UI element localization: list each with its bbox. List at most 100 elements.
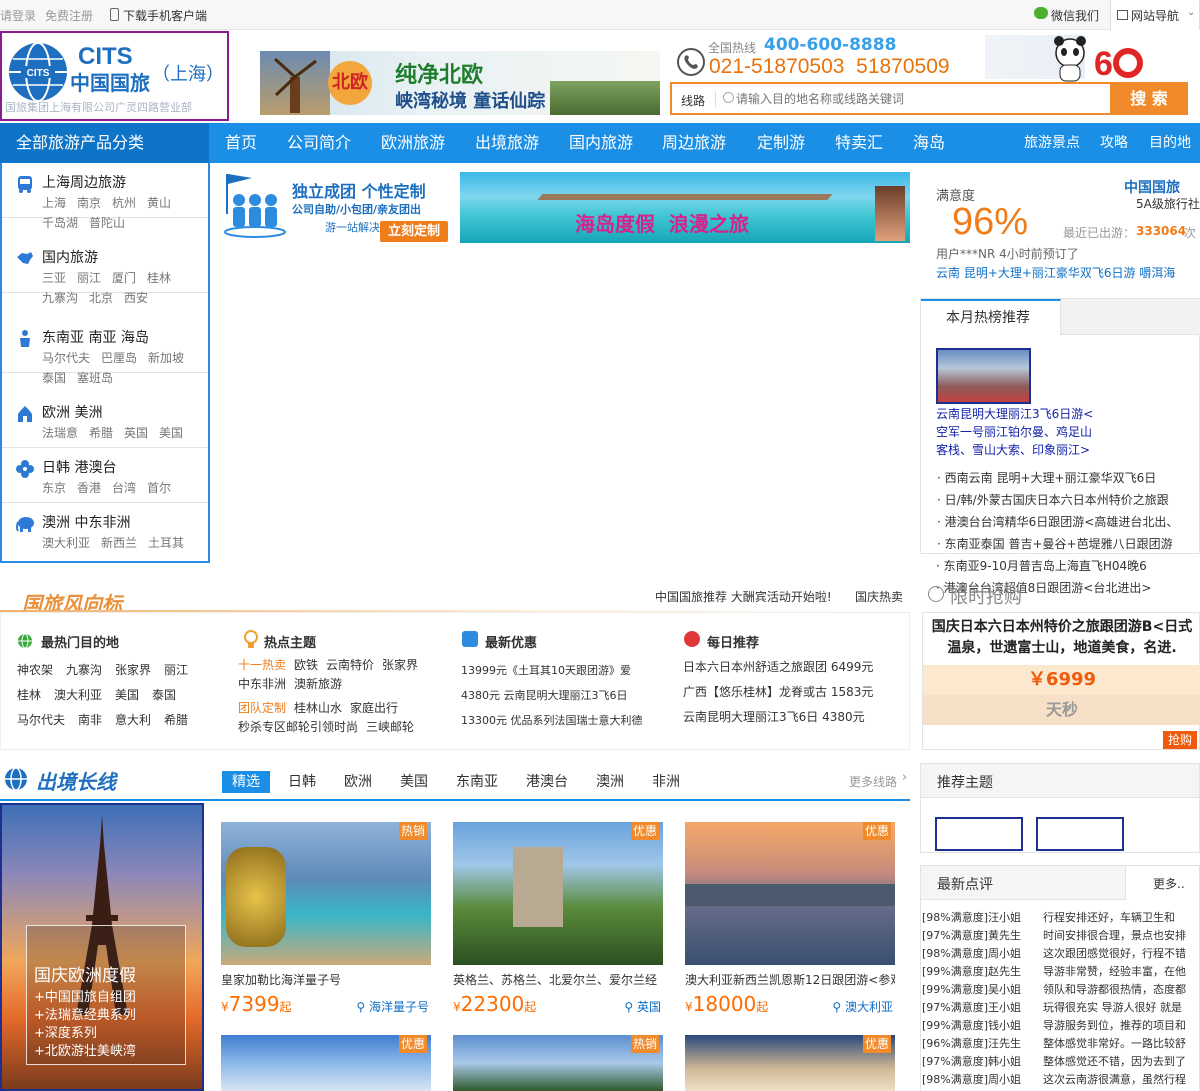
hot-featured-line[interactable]: 云南昆明大理丽江3飞6日游<: [936, 405, 1093, 422]
review-row[interactable]: [97%满意度]黄先生 时间安排很合理，景点也安排: [922, 927, 1199, 945]
hot-featured-line[interactable]: 客栈、雪山大索、印象丽江>: [936, 441, 1090, 458]
theme-link[interactable]: 澳新旅游: [294, 675, 342, 694]
review-row[interactable]: [98%满意度]汪小姐 行程安排还好，车辆卫生和: [922, 909, 1199, 927]
product-location[interactable]: ⚲ 海洋量子号: [356, 998, 429, 1015]
destination-link[interactable]: 神农架: [17, 658, 53, 683]
category-link[interactable]: 普陀山: [89, 213, 125, 233]
logo[interactable]: CITS CITS 中国国旅 （上海） 国旅集团上海有限公司广灵四路营业部: [0, 31, 229, 121]
category-link[interactable]: 英国: [124, 423, 148, 443]
daily-item[interactable]: 日本六日本州舒适之旅跟团 6499元: [683, 655, 898, 680]
hot-list-item[interactable]: · 东南亚9-10月普吉岛上海直飞H04晚6: [936, 557, 1147, 574]
nav-attractions[interactable]: 旅游景点: [1024, 123, 1080, 163]
search-type-select[interactable]: 线路: [681, 92, 705, 109]
nav-outbound[interactable]: 出境旅游: [475, 123, 539, 163]
destination-link[interactable]: 桂林: [17, 683, 41, 708]
review-row[interactable]: [98%满意度]周小姐 这次云南游很满意，虽然行程: [922, 1071, 1199, 1089]
category-link[interactable]: 北京: [89, 288, 113, 308]
product-card[interactable]: 优惠: [221, 1035, 431, 1091]
category-link[interactable]: 首尔: [147, 478, 171, 498]
nav-nearby[interactable]: 周边旅游: [662, 123, 726, 163]
category-link[interactable]: 香港: [77, 478, 101, 498]
fengxiang-notice[interactable]: 中国国旅推荐 大酬宾活动开始啦!: [655, 588, 832, 605]
more-routes-link[interactable]: 更多线路: [849, 773, 897, 790]
theme-label[interactable]: 团队定制: [238, 699, 286, 718]
tab-europe[interactable]: 欧洲: [344, 771, 372, 793]
flash-product-name[interactable]: 国庆日本六日本州特价之旅跟团游B<日式温泉，世遗富士山，地道美食，名进.: [927, 617, 1197, 659]
fengxiang-notice[interactable]: 国庆热卖: [855, 588, 903, 605]
category-group-europe[interactable]: 欧洲 美洲 法瑞意 希腊 英国 美国: [2, 393, 208, 448]
theme-link[interactable]: 云南特价: [326, 656, 374, 675]
hot-list-item[interactable]: · 港澳台台湾精华6日跟团游<高雄进台北出、: [937, 513, 1197, 530]
search-input[interactable]: [736, 87, 1106, 111]
theme-link[interactable]: 桂林山水: [294, 699, 342, 718]
destination-link[interactable]: 希腊: [164, 708, 188, 733]
site-nav-dropdown[interactable]: 网站导航 ⌄: [1110, 0, 1200, 30]
nav-island[interactable]: 海岛: [913, 123, 945, 163]
category-link[interactable]: 厦门: [112, 268, 136, 288]
nav-about[interactable]: 公司简介: [287, 123, 351, 163]
category-link[interactable]: 土耳其: [148, 533, 184, 553]
category-link[interactable]: 上海: [42, 193, 66, 213]
theme-link[interactable]: 秒杀专区: [238, 718, 286, 737]
destination-link[interactable]: 南非: [78, 708, 102, 733]
theme-link[interactable]: 张家界: [382, 656, 418, 675]
category-link[interactable]: 丽江: [77, 268, 101, 288]
category-link[interactable]: 新西兰: [101, 533, 137, 553]
deal-item[interactable]: 4380元 云南昆明大理丽江3飞6日: [461, 683, 656, 708]
europe-poster[interactable]: 国庆欧洲度假 +中国国旅自组团 +法瑞意经典系列 +深度系列 +北欧游壮美峡湾: [0, 803, 204, 1091]
category-group-japan-korea[interactable]: 日韩 港澳台 东京 香港 台湾 首尔: [2, 448, 208, 503]
category-link[interactable]: 三亚: [42, 268, 66, 288]
promo-banner[interactable]: 独立成团 个性定制 公司自助/小包团/亲友团出 游一站解决 立刻定制 海岛度假 …: [220, 172, 910, 243]
hot-list-item[interactable]: · 日/韩/外蒙古国庆日本六日本州特价之旅跟: [937, 491, 1197, 508]
category-link[interactable]: 美国: [159, 423, 183, 443]
product-card[interactable]: 优惠 澳大利亚新西兰凯恩斯12日跟团游<参观 ¥18000起 ⚲ 澳大利亚: [685, 822, 895, 1032]
category-group-oceania[interactable]: 澳洲 中东非洲 澳大利亚 新西兰 土耳其: [2, 503, 208, 558]
category-title[interactable]: 澳洲 中东非洲: [42, 512, 130, 532]
all-categories-button[interactable]: 全部旅游产品分类: [0, 123, 209, 163]
product-name[interactable]: 英格兰、苏格兰、北爱尔兰、爱尔兰经: [453, 971, 663, 988]
destination-link[interactable]: 澳大利亚: [54, 683, 102, 708]
hot-featured-line[interactable]: 空军一号丽江铂尔曼、鸡足山: [936, 423, 1092, 440]
category-title[interactable]: 国内旅游: [42, 247, 98, 267]
product-location[interactable]: ⚲ 澳大利亚: [832, 998, 893, 1015]
destination-link[interactable]: 泰国: [152, 683, 176, 708]
flash-sale-panel[interactable]: 国庆日本六日本州特价之旅跟团游B<日式温泉，世遗富士山，地道美食，名进. ￥69…: [922, 612, 1200, 750]
category-link[interactable]: 桂林: [147, 268, 171, 288]
category-link[interactable]: 希腊: [89, 423, 113, 443]
nav-sale[interactable]: 特卖汇: [835, 123, 883, 163]
product-card[interactable]: 热销: [453, 1035, 663, 1091]
destination-link[interactable]: 九寨沟: [66, 658, 102, 683]
category-link[interactable]: 新加坡: [148, 348, 184, 368]
flash-buy-button[interactable]: 抢购: [1163, 731, 1197, 749]
reviews-more-link[interactable]: 更多..: [1153, 875, 1185, 892]
recent-booking-trip[interactable]: 云南 昆明+大理+丽江豪华双飞6日游 嚼洱海: [936, 264, 1175, 281]
review-row[interactable]: [97%满意度]王小姐 玩得很充实 导游人很好 就是: [922, 999, 1199, 1017]
search-button[interactable]: 搜 索: [1110, 82, 1188, 115]
review-row[interactable]: [98%满意度]周小姐 这次跟团感觉很好，行程不错: [922, 945, 1199, 963]
category-link[interactable]: 澳大利亚: [42, 533, 90, 553]
theme-label[interactable]: 十一热卖: [238, 656, 286, 675]
review-row[interactable]: [96%满意度]汪先生 整体感觉非常好。一路比较舒: [922, 1035, 1199, 1053]
destination-link[interactable]: 美国: [115, 683, 139, 708]
category-title[interactable]: 上海周边旅游: [42, 172, 126, 192]
nav-guides[interactable]: 攻略: [1100, 123, 1128, 163]
nav-destinations[interactable]: 目的地: [1149, 123, 1191, 163]
mobile-app-link[interactable]: 下载手机客户端: [123, 7, 207, 24]
review-row[interactable]: [99%满意度]赵先生 导游非常赞，经验丰富，在他: [922, 963, 1199, 981]
category-link[interactable]: 泰国: [42, 368, 66, 388]
register-link[interactable]: 免费注册: [45, 7, 93, 24]
product-card[interactable]: 优惠 英格兰、苏格兰、北爱尔兰、爱尔兰经 ¥22300起 ⚲ 英国: [453, 822, 663, 1032]
category-title[interactable]: 日韩 港澳台: [42, 457, 116, 477]
deal-item[interactable]: 13300元 优品系列法国瑞士意大利德: [461, 708, 656, 733]
nav-europe[interactable]: 欧洲旅游: [381, 123, 445, 163]
tab-featured[interactable]: 精选: [222, 771, 270, 793]
category-group-sea[interactable]: 东南亚 南亚 海岛 马尔代夫 巴厘岛 新加坡泰国 塞班岛: [2, 318, 208, 385]
deal-item[interactable]: 13999元《土耳其10天跟团游》爱: [461, 658, 656, 683]
category-link[interactable]: 法瑞意: [42, 423, 78, 443]
tab-hot-month[interactable]: 本月热榜推荐: [921, 299, 1061, 335]
category-link[interactable]: 杭州: [112, 193, 136, 213]
login-link[interactable]: 请登录: [0, 7, 36, 24]
category-title[interactable]: 欧洲 美洲: [42, 402, 102, 422]
theme-thumb[interactable]: [1036, 817, 1124, 851]
category-group-domestic[interactable]: 国内旅游 三亚 丽江 厦门 桂林九寨沟 北京 西安: [2, 238, 208, 305]
